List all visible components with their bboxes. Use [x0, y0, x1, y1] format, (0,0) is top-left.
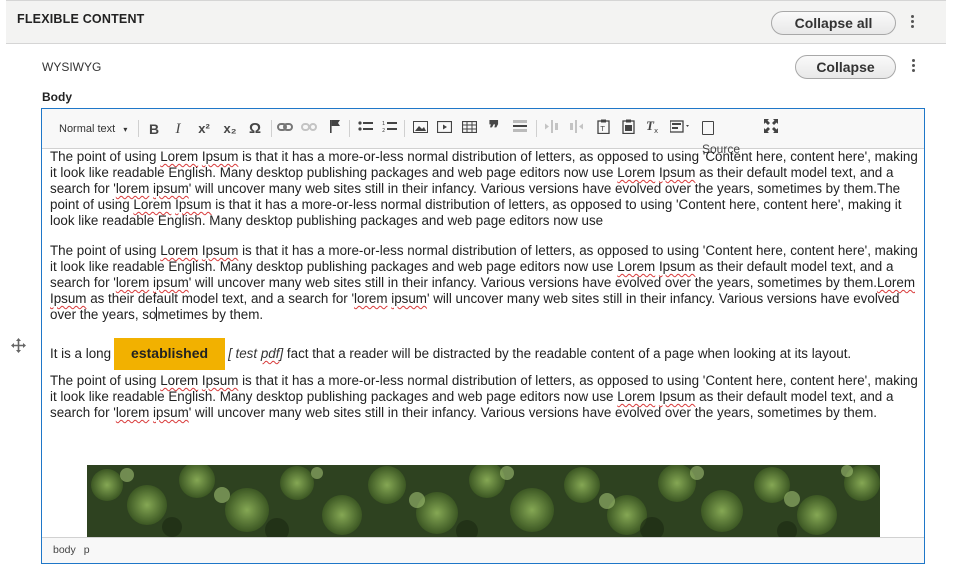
svg-text:2: 2: [382, 128, 385, 133]
misspelled-word: Lorem: [160, 149, 199, 164]
misspelled-word: lorem: [115, 181, 150, 196]
source-button[interactable]: Source: [702, 119, 756, 156]
editor-content[interactable]: The point of using Lorem Ipsum is that i…: [42, 149, 924, 537]
svg-text:x: x: [654, 127, 658, 133]
media-embed-icon[interactable]: [435, 119, 453, 139]
collapse-all-button[interactable]: Collapse all: [771, 11, 896, 35]
chevron-down-icon: ▾: [123, 125, 128, 134]
misspelled-word: Lorem: [160, 243, 199, 258]
subscript-button[interactable]: x₂: [220, 119, 240, 139]
flexible-content-header: FLEXIBLE CONTENT Collapse all: [6, 0, 946, 44]
section-more-icon[interactable]: [908, 13, 916, 33]
misspelled-word: Lorem: [160, 373, 199, 388]
link-icon[interactable]: [276, 119, 294, 139]
paragraph-3-rest: fact that a reader will be distracted by…: [283, 346, 852, 361]
misspelled-word: Ipsum: [50, 291, 87, 306]
paragraph-more-icon[interactable]: [909, 57, 917, 77]
blockquote-icon[interactable]: ❞: [485, 119, 503, 139]
misspelled-word: ipsum: [153, 405, 189, 420]
paste-word-icon[interactable]: [619, 119, 637, 139]
misspelled-word: Ipsum: [175, 197, 212, 212]
text-run: The point of using: [50, 243, 161, 258]
svg-text:1: 1: [382, 121, 385, 127]
italic-button[interactable]: I: [170, 119, 186, 139]
text-run: The point of using: [50, 373, 161, 388]
citation-open: [ test: [228, 346, 261, 361]
wysiwyg-editor: Normal text ▾ B I x² x₂ Ω 12 ❞ T T x Sou…: [41, 108, 925, 564]
paragraph-1: The point of using Lorem Ipsum is that i…: [50, 149, 918, 229]
numbered-list-icon[interactable]: 12: [380, 119, 398, 139]
text-run: as their default model text, and a searc…: [86, 291, 355, 306]
paragraph-2: The point of using Lorem Ipsum is that i…: [50, 243, 918, 323]
misspelled-word: Ipsum: [201, 243, 239, 258]
misspelled-word: lorem: [115, 275, 150, 290]
svg-text:T: T: [599, 125, 605, 133]
format-dropdown[interactable]: Normal text ▾: [59, 119, 135, 139]
misspelled-word: Ipsum: [658, 259, 696, 274]
citation-word: pdf: [260, 346, 280, 361]
language-icon[interactable]: [669, 119, 693, 139]
path-body[interactable]: body: [53, 544, 76, 556]
misspelled-word: ipsum: [391, 291, 427, 306]
established-badge: established: [114, 338, 226, 371]
indent-icon[interactable]: [568, 119, 586, 139]
superscript-button[interactable]: x²: [194, 119, 214, 139]
editor-element-path: body p: [42, 537, 924, 563]
misspelled-word: Ipsum: [201, 149, 239, 164]
misspelled-word: lorem: [115, 405, 150, 420]
paste-text-icon[interactable]: T: [594, 119, 612, 139]
text-run: The point of using: [50, 149, 161, 164]
remove-format-icon[interactable]: Tx: [644, 118, 662, 139]
embedded-tree-image[interactable]: [87, 465, 880, 537]
bold-button[interactable]: B: [146, 119, 162, 139]
paragraph-type-label: WYSIWYG: [42, 60, 102, 74]
outdent-icon[interactable]: [542, 119, 560, 139]
text-run: metimes by them.: [157, 307, 264, 322]
misspelled-word: lorem: [354, 291, 388, 306]
table-icon[interactable]: [460, 119, 478, 139]
section-title: FLEXIBLE CONTENT: [17, 12, 145, 26]
misspelled-word: Ipsum: [201, 373, 239, 388]
text-run: ' will uncover many web sites still in t…: [188, 275, 878, 290]
collapse-button[interactable]: Collapse: [795, 55, 896, 79]
maximize-icon[interactable]: [762, 119, 780, 139]
anchor-flag-icon[interactable]: [327, 119, 343, 139]
horizontal-line-icon[interactable]: [511, 119, 529, 139]
special-character-button[interactable]: Ω: [246, 119, 264, 139]
editor-toolbar: Normal text ▾ B I x² x₂ Ω 12 ❞ T T x Sou…: [42, 109, 924, 156]
misspelled-word: ipsum: [153, 181, 189, 196]
misspelled-word: Lorem: [617, 165, 656, 180]
misspelled-word: Lorem: [877, 275, 915, 290]
unlink-icon[interactable]: [300, 119, 318, 139]
misspelled-word: Ipsum: [658, 389, 696, 404]
source-icon: [702, 121, 714, 135]
body-field-label: Body: [42, 90, 72, 104]
misspelled-word: Lorem: [133, 197, 172, 212]
paragraph-3: It is a long established[ test pdf] fact …: [50, 338, 918, 371]
path-p[interactable]: p: [84, 544, 90, 556]
drag-handle-icon[interactable]: [11, 338, 26, 353]
paragraph-4: The point of using Lorem Ipsum is that i…: [50, 373, 918, 421]
misspelled-word: Ipsum: [658, 165, 696, 180]
misspelled-word: Lorem: [617, 259, 656, 274]
bulleted-list-icon[interactable]: [356, 119, 374, 139]
misspelled-word: ipsum: [153, 275, 189, 290]
image-icon[interactable]: [411, 119, 429, 139]
format-value: Normal text: [59, 123, 116, 135]
paragraph-3-text: It is a long: [50, 346, 112, 361]
text-run: ' will uncover many web sites still in t…: [188, 405, 878, 420]
citation-link[interactable]: [ test pdf]: [228, 346, 283, 361]
misspelled-word: Lorem: [617, 389, 656, 404]
